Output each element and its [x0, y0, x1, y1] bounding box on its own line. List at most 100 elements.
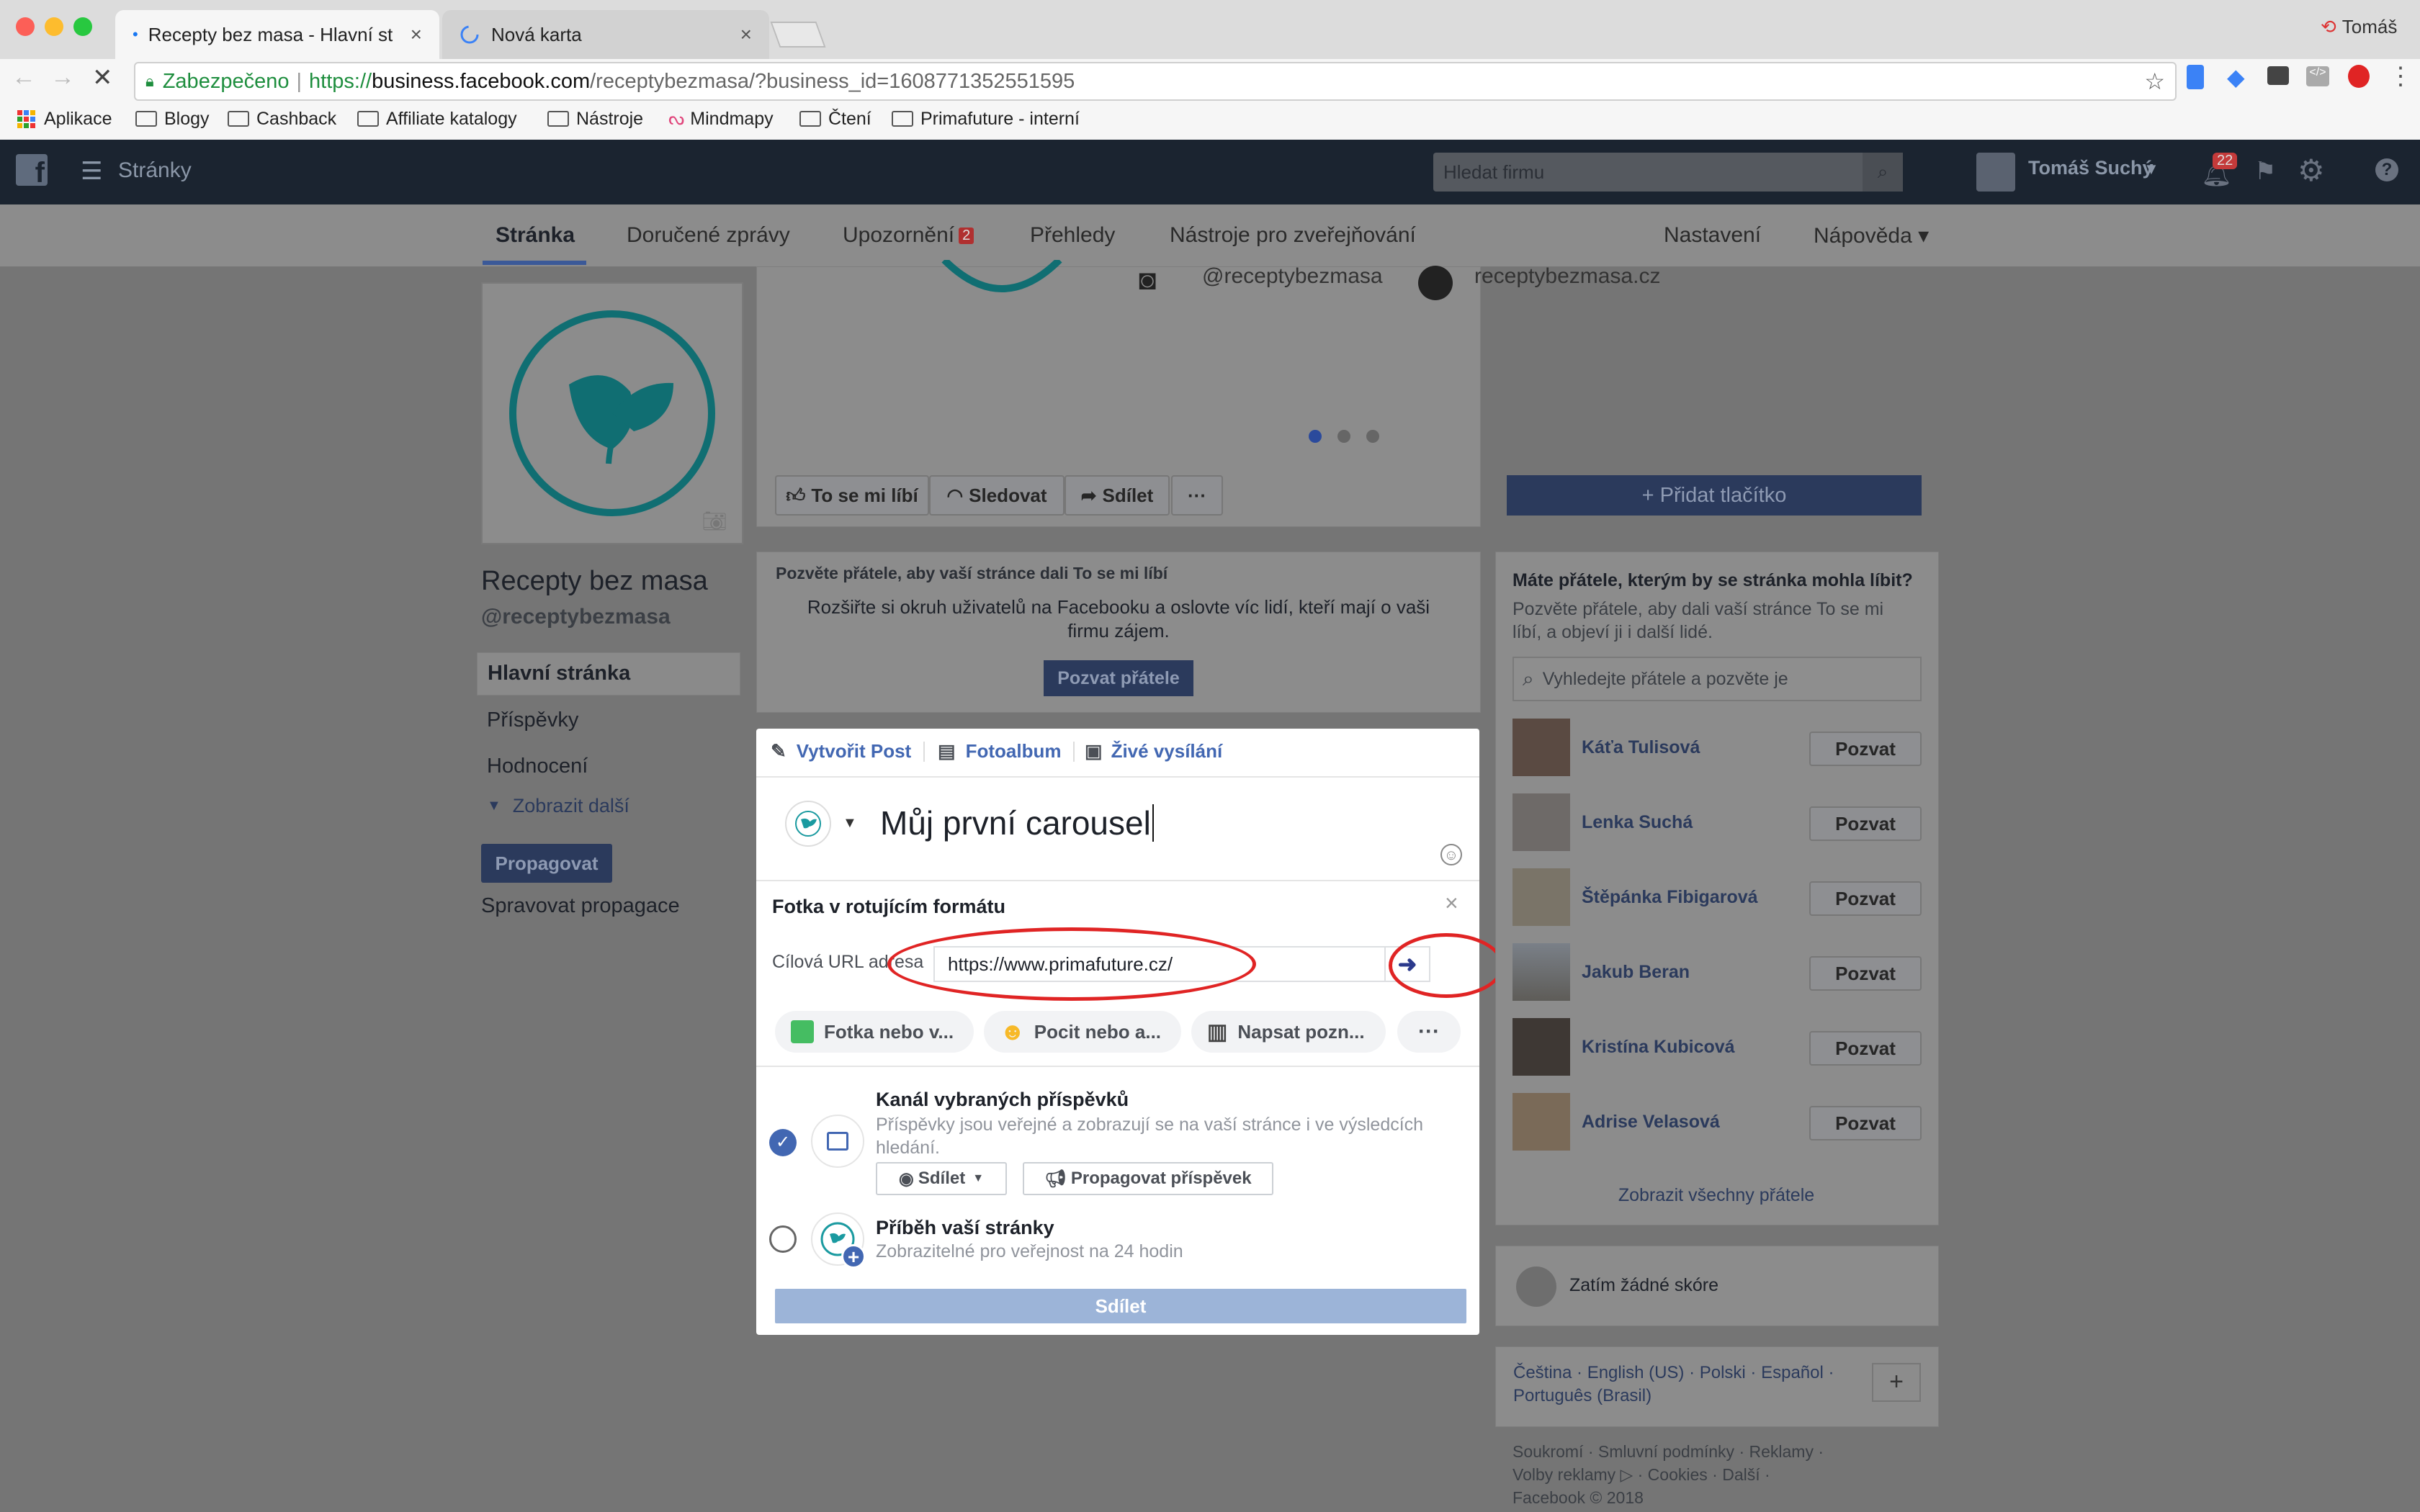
tab-upozorneni[interactable]: Upozornění 2 [843, 204, 974, 266]
friend-name[interactable]: Kristína Kubicová [1582, 1037, 1735, 1058]
photo-video-button[interactable]: Fotka nebo v... [775, 1011, 974, 1053]
promote-button[interactable]: Propagovat [481, 844, 612, 883]
invite-friends-button[interactable]: Pozvat přátele [1044, 660, 1193, 696]
footer-line[interactable]: Soukromí · Smluvní podmínky · Reklamy · [1512, 1440, 1824, 1463]
extension-icon[interactable] [2187, 65, 2204, 89]
bookmark-mindmapy[interactable]: ᔓ Mindmapy [668, 105, 774, 132]
emoji-icon[interactable]: ☺ [1440, 844, 1462, 865]
like-button[interactable]: 👍︎ To se mi líbí [775, 475, 929, 516]
friend-name[interactable]: Štěpánka Fibigarová [1582, 887, 1758, 908]
tab-live-video[interactable]: ▣ Živé vysílání [1085, 740, 1222, 762]
website-link[interactable]: receptybezmasa.cz [1474, 264, 1660, 289]
feeling-activity-button[interactable]: ☻ Pocit nebo a... [984, 1011, 1181, 1053]
add-language-button[interactable]: + [1872, 1363, 1921, 1402]
settings-gear-icon[interactable]: ⚙ [2298, 153, 2325, 188]
user-menu-chevron-icon[interactable]: ▼ [2143, 160, 2159, 179]
minimize-window-button[interactable] [45, 17, 63, 36]
add-button-button[interactable]: + Přidat tlačítko [1507, 475, 1922, 516]
invite-button[interactable]: Pozvat [1809, 881, 1922, 916]
sidebar-item-prispevky[interactable]: Příspěvky [487, 708, 578, 732]
business-search-input[interactable]: Hledat firmu ⌕ [1433, 153, 1903, 192]
tab-photo-album[interactable]: ▤ Fotoalbum [938, 740, 1061, 762]
follow-button[interactable]: ◠ Sledovat [929, 475, 1065, 516]
tab-dorucene-zpravy[interactable]: Doručené zprávy [627, 204, 790, 266]
show-all-friends-link[interactable]: Zobrazit všechny přátele [1495, 1185, 1937, 1206]
tab-prehledy[interactable]: Přehledy [1030, 204, 1115, 266]
chrome-menu-icon[interactable]: ⋮ [2388, 62, 2413, 91]
code-extension-icon[interactable]: </> [2306, 66, 2329, 86]
back-button[interactable]: ← [12, 63, 36, 91]
search-icon[interactable]: ⌕ [1863, 153, 1903, 192]
avatar[interactable] [1512, 719, 1570, 776]
tab-nastroje[interactable]: Nástroje pro zveřejňování [1170, 204, 1416, 266]
share-button[interactable]: ➦ Sdílet [1065, 475, 1170, 516]
bookmark-blogy[interactable]: Blogy [135, 105, 210, 132]
address-bar[interactable]: 🔒︎ Zabezpečeno | https:// business.faceb… [134, 62, 2177, 101]
invite-button[interactable]: Pozvat [1809, 1031, 1922, 1066]
share-audience-dropdown[interactable]: ◉ Sdílet ▼ [876, 1162, 1007, 1195]
bookmark-apps[interactable]: Aplikace [17, 105, 112, 132]
browser-tab[interactable]: Nová karta × [442, 10, 769, 59]
help-icon[interactable]: ? [2375, 158, 2398, 181]
invite-button[interactable]: Pozvat [1809, 1106, 1922, 1140]
stop-loading-button[interactable]: ✕ [92, 63, 113, 92]
pocket-extension-icon[interactable] [2267, 66, 2289, 85]
bookmark-nastroje[interactable]: Nástroje [547, 105, 643, 132]
browser-tab-active[interactable]: • Recepty bez masa - Hlavní stránka × [115, 10, 439, 59]
bookmark-cteni[interactable]: Čtení [799, 105, 871, 132]
tab-napoveda[interactable]: Nápověda ▾ [1814, 204, 1929, 266]
flag-icon[interactable]: ⚑ [2254, 157, 2276, 186]
friend-name[interactable]: Lenka Suchá [1582, 812, 1693, 833]
avatar[interactable] [1512, 868, 1570, 926]
manage-promotions-link[interactable]: Spravovat propagace [481, 894, 680, 918]
invite-button[interactable]: Pozvat [1809, 732, 1922, 766]
carousel-dot-active[interactable] [1309, 430, 1322, 443]
tab-close-icon[interactable]: × [411, 23, 422, 46]
camera-icon[interactable]: 📷︎ [702, 509, 727, 533]
tab-close-icon[interactable]: × [740, 23, 752, 46]
adblock-extension-icon[interactable] [2348, 65, 2370, 88]
avatar[interactable] [1512, 793, 1570, 851]
story-radio[interactable] [769, 1225, 797, 1253]
more-actions-button[interactable]: ··· [1171, 475, 1223, 516]
tab-create-post[interactable]: ✎ Vytvořit Post [771, 740, 911, 762]
bookmark-star-icon[interactable]: ☆ [2144, 68, 2165, 95]
footer-line[interactable]: Volby reklamy ▷ · Cookies · Další · [1512, 1463, 1824, 1486]
carousel-dot[interactable] [1366, 430, 1379, 443]
composer-text[interactable]: Můj první carousel [880, 804, 1154, 842]
avatar[interactable] [1512, 943, 1570, 1001]
close-window-button[interactable] [16, 17, 35, 36]
bookmark-primafuture[interactable]: Primafuture - interní [892, 105, 1080, 132]
hamburger-menu-icon[interactable]: ☰ [81, 157, 102, 186]
friend-name[interactable]: Adrise Velasová [1582, 1112, 1720, 1133]
more-options-button[interactable]: ··· [1397, 1011, 1461, 1053]
bookmark-affiliate[interactable]: Affiliate katalogy [357, 105, 517, 132]
feed-checkbox[interactable]: ✓ [769, 1129, 797, 1156]
tab-stranka[interactable]: Stránka [496, 204, 575, 266]
avatar[interactable] [1512, 1093, 1570, 1151]
sidebar-show-more[interactable]: ▼ Zobrazit další [487, 795, 629, 817]
submit-share-button[interactable]: Sdílet [775, 1289, 1466, 1323]
facebook-logo-icon[interactable]: f [16, 154, 48, 189]
maximize-window-button[interactable] [73, 17, 92, 36]
chrome-profile[interactable]: ⟲ Tomáš [2321, 16, 2397, 38]
section-title[interactable]: Stránky [118, 158, 192, 183]
language-links[interactable]: Čeština · English (US) · Polski · Españo… [1513, 1362, 1852, 1408]
carousel-dot[interactable] [1337, 430, 1350, 443]
instagram-handle[interactable]: @receptybezmasa [1202, 264, 1383, 289]
close-icon[interactable]: × [1445, 890, 1458, 917]
friends-search-input[interactable]: ⌕ Vyhledejte přátele a pozvěte je [1512, 657, 1922, 701]
ethereum-extension-icon[interactable]: ◆ [2227, 63, 2245, 91]
avatar[interactable] [1976, 153, 2015, 192]
avatar[interactable] [1512, 1018, 1570, 1076]
write-note-button[interactable]: ▥ Napsat pozn... [1191, 1011, 1386, 1053]
identity-chevron-icon[interactable]: ▼ [843, 815, 857, 832]
page-avatar[interactable] [785, 801, 831, 847]
promote-post-button[interactable]: 📢︎ Propagovat příspěvek [1023, 1162, 1273, 1195]
new-tab-button[interactable] [770, 22, 826, 48]
profile-picture[interactable]: 📷︎ [481, 282, 743, 544]
invite-button[interactable]: Pozvat [1809, 806, 1922, 841]
tab-nastaveni[interactable]: Nastavení [1664, 204, 1761, 266]
bookmark-cashback[interactable]: Cashback [228, 105, 336, 132]
page-handle[interactable]: @receptybezmasa [481, 605, 671, 629]
